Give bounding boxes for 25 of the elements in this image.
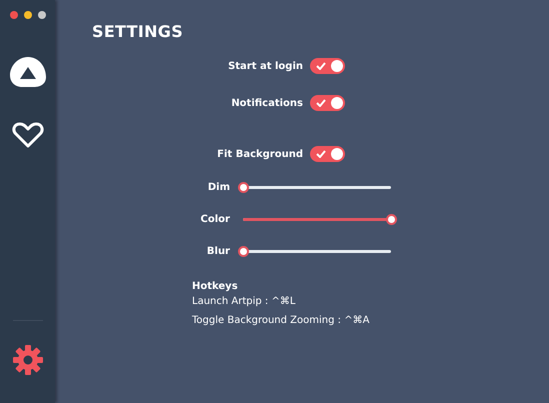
setting-label: Fit Background [216, 148, 303, 160]
slider-label: Blur [206, 246, 230, 256]
hotkey-text: Launch Artpip : ^⌘L [192, 296, 296, 307]
toggle-switch[interactable] [310, 146, 345, 162]
logo-icon[interactable] [8, 55, 46, 89]
slider-thumb[interactable] [386, 214, 397, 224]
check-icon [316, 62, 326, 70]
check-icon [316, 99, 326, 107]
slider-thumb[interactable] [238, 246, 249, 256]
toggle-switch[interactable] [310, 95, 345, 111]
slider-thumb[interactable] [238, 182, 249, 192]
hotkey-text: Toggle Background Zooming : ^⌘A [192, 315, 370, 326]
minimize-button[interactable] [24, 11, 32, 19]
setting-label: Notifications [230, 98, 303, 108]
close-button[interactable] [10, 11, 18, 19]
setting-label: Start at login [227, 60, 303, 72]
page-title: SETTINGS [92, 22, 184, 41]
section-heading: Hotkeys [192, 281, 239, 292]
toggle-switch[interactable] [310, 58, 345, 74]
check-icon [316, 150, 326, 158]
slider-label: Color [200, 214, 230, 224]
zoom-button[interactable] [38, 11, 46, 19]
gear-icon[interactable] [12, 344, 44, 376]
slider-label: Dim [206, 182, 230, 192]
heart-icon[interactable] [12, 121, 44, 149]
